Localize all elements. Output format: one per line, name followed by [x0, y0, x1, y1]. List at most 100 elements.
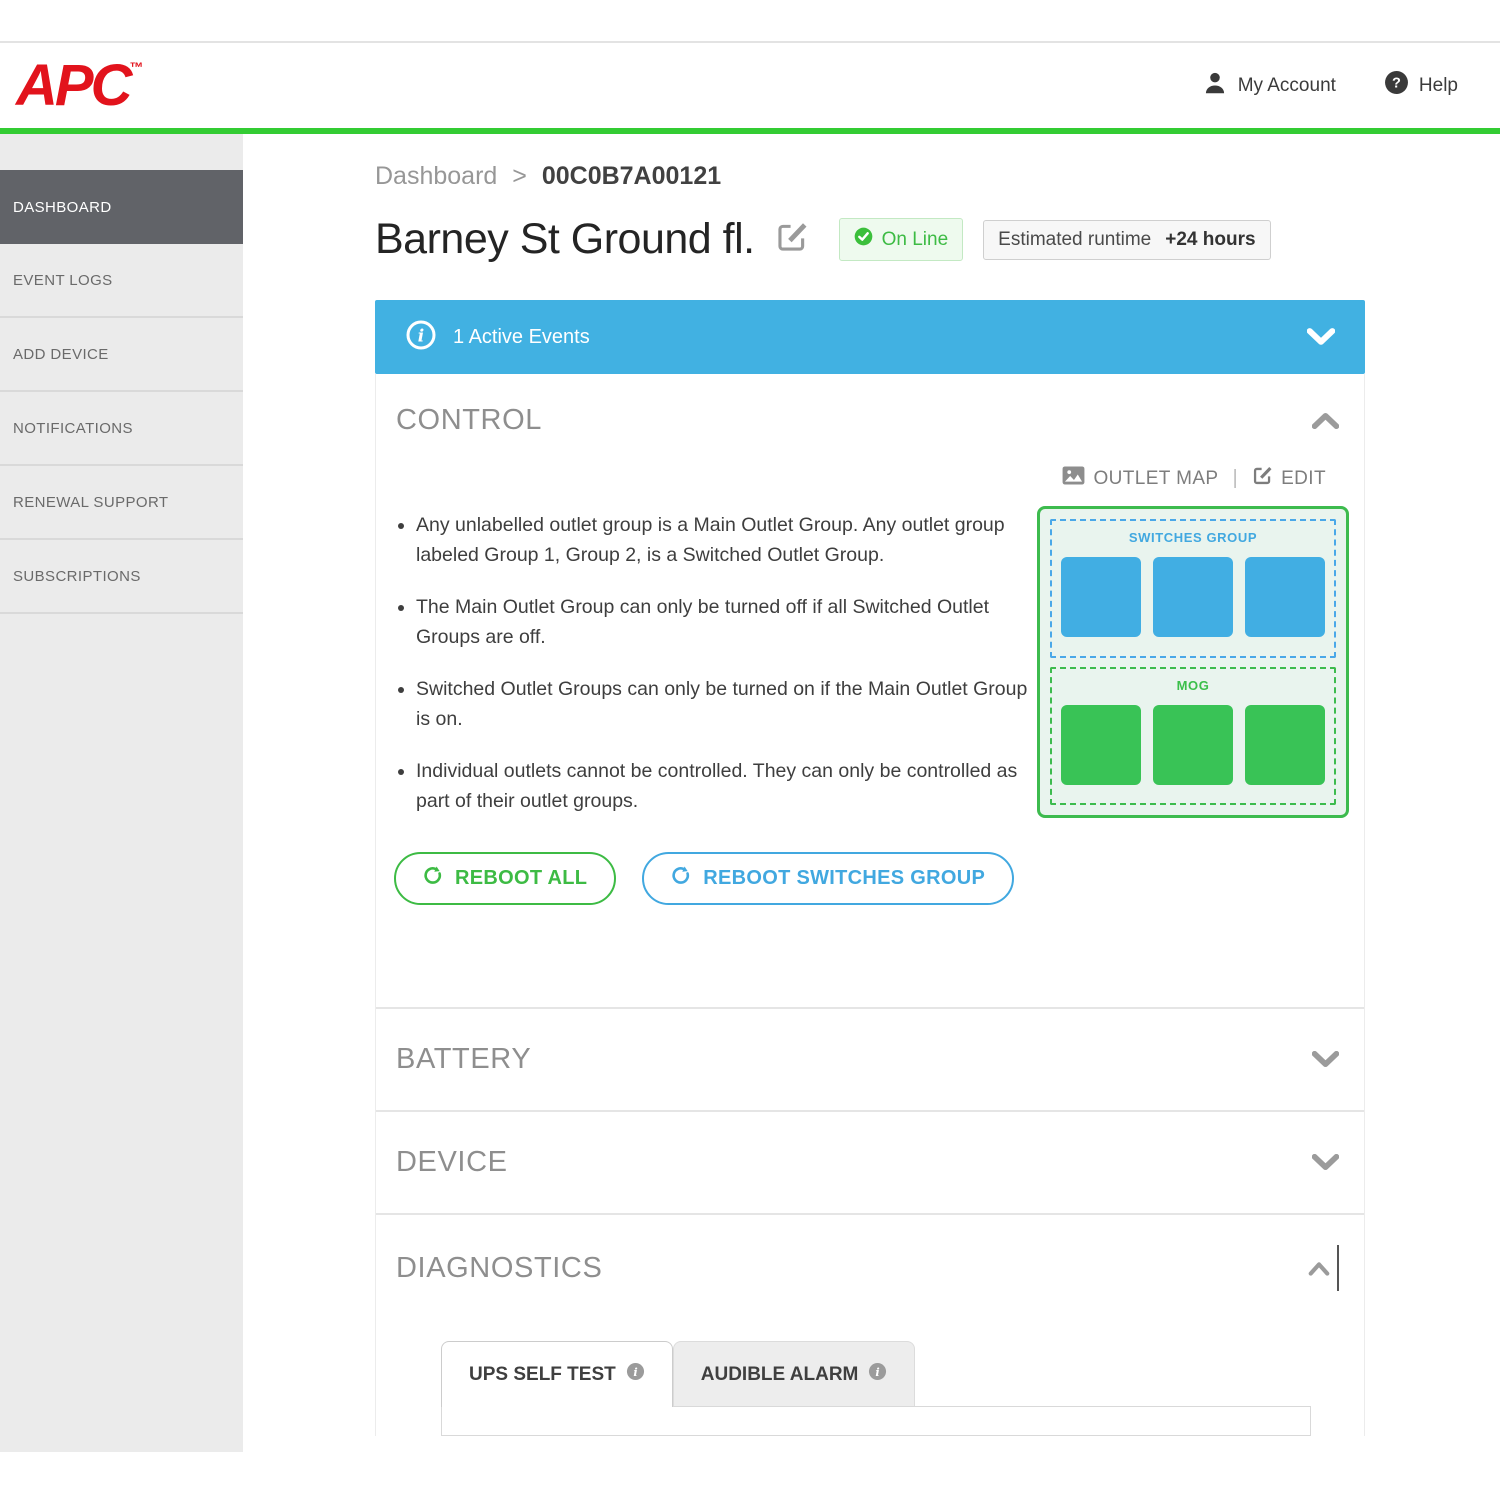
mog-group-box: MOG: [1050, 667, 1336, 806]
breadcrumb-dashboard-link[interactable]: Dashboard: [375, 162, 497, 190]
user-icon: [1202, 70, 1228, 102]
edit-icon: [1252, 465, 1273, 492]
diagnostics-section: DIAGNOSTICS UPS SELF TEST: [376, 1213, 1364, 1436]
sidebar-item-event-logs[interactable]: EVENT LOGS: [0, 244, 243, 318]
reboot-icon: [671, 865, 692, 892]
apc-logo-text: APC: [16, 57, 129, 115]
edit-device-name-icon[interactable]: [775, 220, 809, 259]
sidebar-item-label: RENEWAL SUPPORT: [13, 494, 168, 511]
outlet-map-label: OUTLET MAP: [1093, 468, 1218, 490]
device-expand-chevron-icon[interactable]: [1312, 1154, 1339, 1171]
sidebar-item-add-device[interactable]: ADD DEVICE: [0, 318, 243, 392]
sidebar-item-label: SUBSCRIPTIONS: [13, 568, 141, 585]
reboot-buttons-row: REBOOT ALL REBOOT SWITCHES GROUP: [394, 852, 1364, 905]
tab-audible-alarm[interactable]: AUDIBLE ALARM i: [673, 1341, 916, 1407]
info-icon: i: [626, 1362, 645, 1387]
reboot-all-label: REBOOT ALL: [455, 867, 587, 890]
device-section[interactable]: DEVICE: [376, 1110, 1364, 1213]
apc-logo[interactable]: APC ™: [16, 57, 143, 115]
image-icon: [1062, 466, 1085, 491]
reboot-switches-group-button[interactable]: REBOOT SWITCHES GROUP: [642, 852, 1014, 905]
svg-text:i: i: [876, 1365, 880, 1379]
outlet-map-links: OUTLET MAP | EDIT: [376, 465, 1364, 492]
reboot-icon: [423, 865, 444, 892]
info-icon: i: [868, 1362, 887, 1387]
main-area: Dashboard > 00C0B7A00121 Barney St Groun…: [243, 134, 1500, 1452]
mog-group-label: MOG: [1060, 678, 1326, 693]
device-title-row: Barney St Ground fl. On Line: [375, 215, 1365, 264]
reboot-switches-group-label: REBOOT SWITCHES GROUP: [703, 867, 985, 890]
breadcrumb-separator: >: [512, 162, 527, 190]
svg-text:i: i: [633, 1365, 637, 1379]
main-outlet: [1153, 705, 1233, 785]
sidebar-item-label: DASHBOARD: [13, 199, 112, 216]
top-strip: [0, 0, 1500, 43]
header-links: My Account ? Help: [1202, 70, 1458, 102]
apc-logo-trademark: ™: [129, 59, 143, 75]
sidebar-nav: DASHBOARD EVENT LOGS ADD DEVICE NOTIFICA…: [0, 134, 243, 1452]
links-separator: |: [1233, 467, 1239, 490]
battery-section-title: BATTERY: [396, 1043, 531, 1076]
sidebar-item-label: NOTIFICATIONS: [13, 420, 133, 437]
text-cursor: [1337, 1245, 1339, 1291]
runtime-badge: Estimated runtime +24 hours: [983, 220, 1270, 260]
tab-ups-self-test[interactable]: UPS SELF TEST i: [441, 1341, 673, 1407]
status-badge-label: On Line: [882, 229, 949, 251]
active-events-text: 1 Active Events: [453, 326, 590, 349]
control-note: Any unlabelled outlet group is a Main Ou…: [416, 510, 1042, 570]
control-section-title: CONTROL: [396, 404, 542, 437]
sidebar-item-notifications[interactable]: NOTIFICATIONS: [0, 392, 243, 466]
switches-group-label: SWITCHES GROUP: [1060, 530, 1326, 545]
edit-label: EDIT: [1281, 468, 1326, 490]
control-section: CONTROL OUTLET MAP: [376, 374, 1364, 1007]
dashboard-sections: CONTROL OUTLET MAP: [375, 374, 1365, 1436]
switches-group-box: SWITCHES GROUP: [1050, 519, 1336, 658]
svg-text:i: i: [418, 326, 424, 346]
sidebar-item-subscriptions[interactable]: SUBSCRIPTIONS: [0, 540, 243, 614]
edit-outlet-map-link[interactable]: EDIT: [1252, 465, 1326, 492]
main-outlet: [1061, 705, 1141, 785]
sidebar-spacer: [0, 134, 243, 170]
online-check-icon: [854, 227, 873, 252]
breadcrumb-current: 00C0B7A00121: [542, 162, 721, 190]
diagnostics-tab-panel: [441, 1406, 1311, 1436]
main-outlet: [1245, 705, 1325, 785]
switched-outlet: [1245, 557, 1325, 637]
help-link[interactable]: ? Help: [1384, 70, 1458, 101]
control-note: Switched Outlet Groups can only be turne…: [416, 674, 1042, 734]
battery-section[interactable]: BATTERY: [376, 1007, 1364, 1110]
breadcrumb: Dashboard > 00C0B7A00121: [375, 134, 1365, 191]
outlet-map-link[interactable]: OUTLET MAP: [1062, 466, 1218, 491]
control-note: The Main Outlet Group can only be turned…: [416, 592, 1042, 652]
sidebar-item-dashboard[interactable]: DASHBOARD: [0, 170, 243, 244]
active-events-bar[interactable]: i 1 Active Events: [375, 300, 1365, 374]
my-account-link[interactable]: My Account: [1202, 70, 1336, 102]
events-expand-chevron-icon[interactable]: [1307, 328, 1335, 346]
control-collapse-chevron-icon[interactable]: [1312, 412, 1339, 429]
help-icon: ?: [1384, 70, 1409, 101]
outlet-map: SWITCHES GROUP MOG: [1037, 506, 1349, 818]
info-icon: i: [405, 319, 437, 356]
tab-label: UPS SELF TEST: [469, 1364, 616, 1386]
app-header: APC ™ My Account ? Help: [0, 43, 1500, 128]
status-badge: On Line: [839, 218, 964, 261]
control-note: Individual outlets cannot be controlled.…: [416, 756, 1042, 816]
runtime-value: +24 hours: [1165, 229, 1255, 251]
help-label: Help: [1419, 75, 1458, 97]
switched-outlet: [1153, 557, 1233, 637]
my-account-label: My Account: [1238, 75, 1336, 97]
svg-text:?: ?: [1392, 76, 1401, 92]
sidebar-item-label: EVENT LOGS: [13, 272, 113, 289]
reboot-all-button[interactable]: REBOOT ALL: [394, 852, 616, 905]
sidebar-item-renewal-support[interactable]: RENEWAL SUPPORT: [0, 466, 243, 540]
diagnostics-collapse-chevron-icon[interactable]: [1307, 1260, 1331, 1277]
diagnostics-tabs: UPS SELF TEST i AUDIBLE ALARM i: [441, 1341, 1364, 1407]
device-name-title: Barney St Ground fl.: [375, 215, 755, 264]
sidebar-item-label: ADD DEVICE: [13, 346, 109, 363]
device-section-title: DEVICE: [396, 1146, 508, 1179]
runtime-label: Estimated runtime: [998, 229, 1151, 251]
switched-outlet: [1061, 557, 1141, 637]
battery-expand-chevron-icon[interactable]: [1312, 1051, 1339, 1068]
control-notes-list: Any unlabelled outlet group is a Main Ou…: [394, 510, 1042, 816]
tab-label: AUDIBLE ALARM: [701, 1364, 859, 1386]
